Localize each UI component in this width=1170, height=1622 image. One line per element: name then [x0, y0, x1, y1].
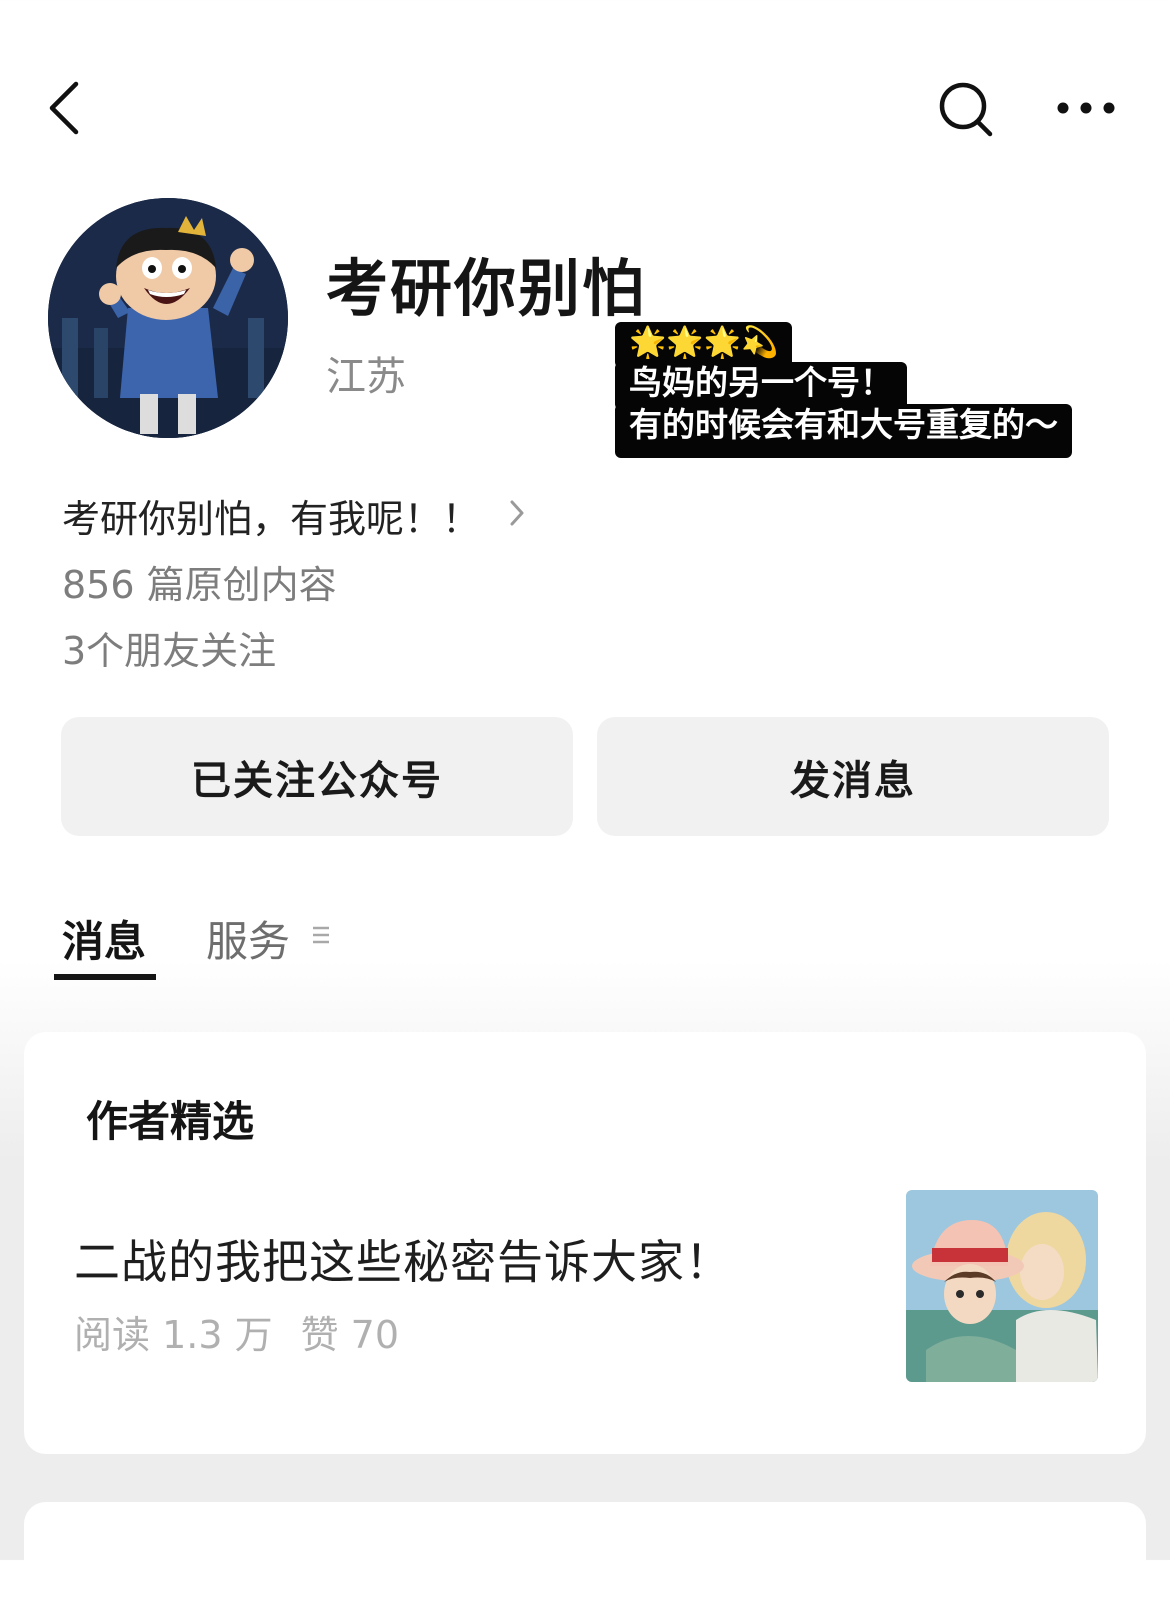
more-horizontal-icon: [1057, 102, 1115, 114]
original-content-count[interactable]: 856 篇原创内容: [62, 554, 337, 609]
article-title[interactable]: 二战的我把这些秘密告诉大家！: [74, 1226, 732, 1292]
account-bio[interactable]: 考研你别怕，有我呢！！: [62, 488, 480, 543]
tab-services[interactable]: 服务: [206, 908, 290, 969]
sticker-line-2: 鸟妈的另一个号！: [615, 362, 907, 410]
tab-messages[interactable]: 消息: [62, 908, 146, 969]
article-like-count: 赞 70: [300, 1313, 400, 1357]
back-button[interactable]: [40, 76, 100, 140]
avatar[interactable]: [48, 198, 288, 438]
search-button[interactable]: [932, 76, 1000, 144]
section-title: 作者精选: [86, 1097, 255, 1146]
chevron-left-icon: [49, 81, 79, 135]
account-name: 考研你别怕: [326, 252, 647, 325]
active-tab-indicator: [54, 974, 156, 980]
more-options-button[interactable]: [1050, 78, 1122, 138]
chevron-right-icon[interactable]: [505, 496, 529, 530]
article-thumbnail-image: [906, 1190, 1098, 1382]
avatar-image: [48, 198, 288, 438]
top-nav-bar: [0, 0, 1170, 210]
send-message-button[interactable]: 发消息: [597, 717, 1109, 836]
article-meta: 阅读 1.3 万赞 70: [74, 1304, 399, 1359]
search-icon: [939, 82, 993, 137]
article-thumbnail[interactable]: [906, 1190, 1098, 1382]
account-region: 江苏: [326, 354, 406, 400]
friends-following-count[interactable]: 3个朋友关注: [62, 620, 276, 675]
followed-button[interactable]: 已关注公众号: [61, 717, 573, 836]
article-read-count: 阅读 1.3 万: [74, 1313, 273, 1357]
menu-icon[interactable]: [311, 924, 331, 946]
sticker-line-3: 有的时候会有和大号重复的～: [615, 404, 1072, 458]
next-card: [24, 1502, 1146, 1622]
